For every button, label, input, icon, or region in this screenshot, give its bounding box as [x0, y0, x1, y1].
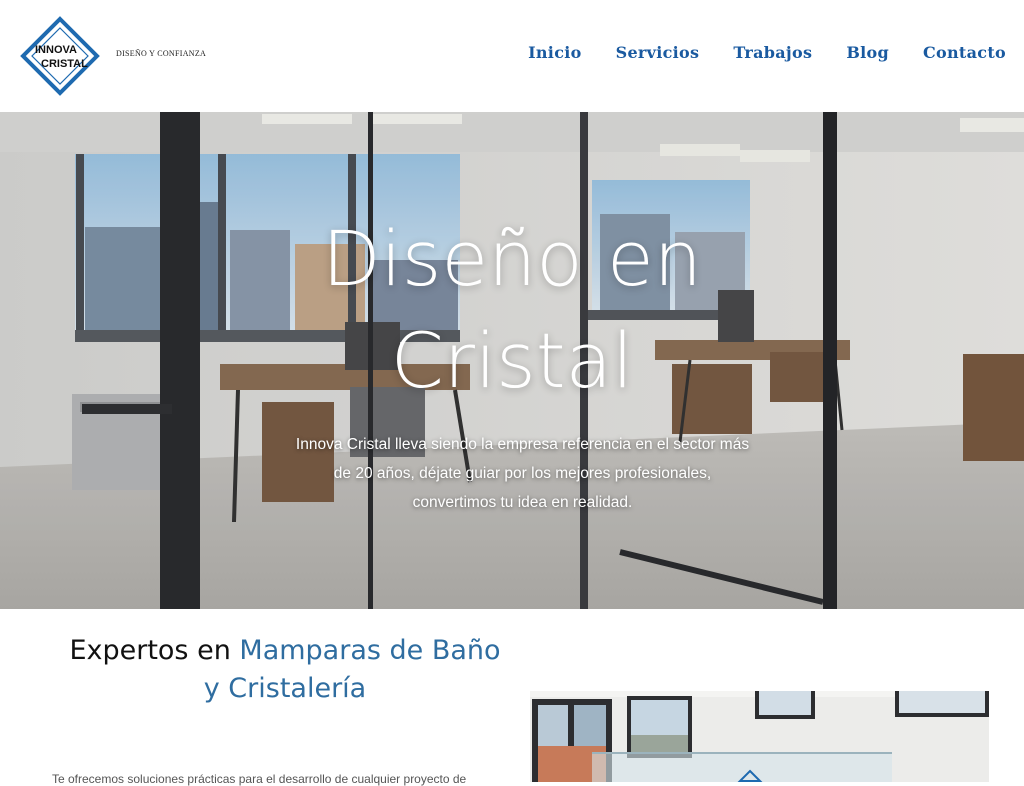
svg-text:CRISTAL: CRISTAL: [41, 58, 88, 70]
site-header: INNOVA CRISTAL DISEÑO Y CONFIANZA Inicio…: [0, 0, 1024, 110]
section-heading: Expertos en Mamparas de Baño y Cristaler…: [69, 635, 501, 704]
nav-item-contacto[interactable]: Contacto: [923, 43, 1006, 62]
nav-item-inicio[interactable]: Inicio: [528, 43, 582, 62]
nav-item-blog[interactable]: Blog: [846, 43, 889, 62]
innova-cristal-logo-icon[interactable]: INNOVA CRISTAL: [20, 16, 100, 96]
hero-banner: Diseño en Cristal Innova Cristal lleva s…: [0, 112, 1024, 609]
hero-title: Diseño en Cristal: [322, 214, 702, 405]
section-body-text: Te ofrecemos soluciones prácticas para e…: [52, 772, 467, 786]
nav-item-servicios[interactable]: Servicios: [616, 43, 700, 62]
site-tagline: DISEÑO Y CONFIANZA: [116, 49, 207, 58]
svg-text:INNOVA: INNOVA: [35, 44, 77, 56]
main-nav: Inicio Servicios Trabajos Blog Contacto: [528, 43, 1006, 62]
hero-description: Innova Cristal lleva siendo la empresa r…: [295, 436, 750, 511]
nav-item-trabajos[interactable]: Trabajos: [733, 43, 812, 62]
bathroom-project-photo: [530, 691, 989, 782]
